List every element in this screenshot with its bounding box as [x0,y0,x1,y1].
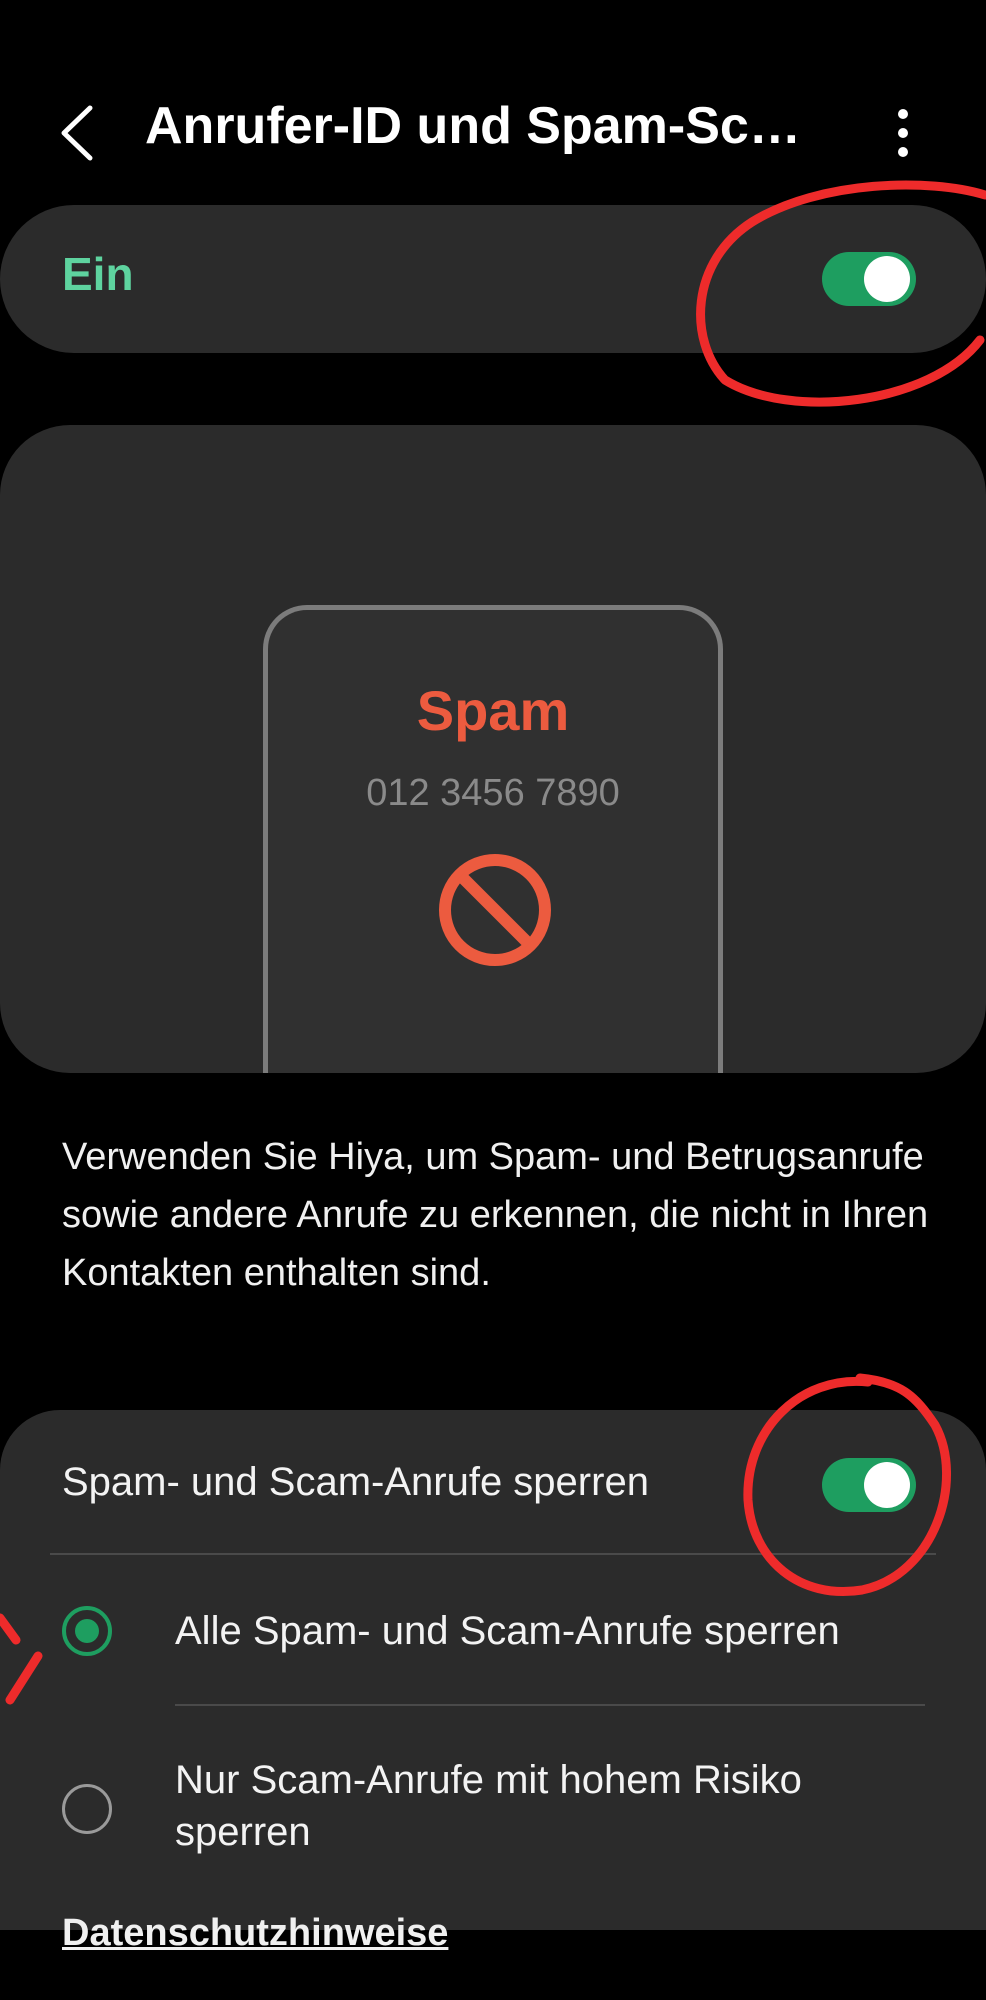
spam-label: Spam [416,679,570,742]
more-vertical-icon [898,109,908,157]
block-icon [439,854,551,966]
option-label: Alle Spam- und Scam-Anrufe sperren [175,1609,840,1653]
master-toggle-switch[interactable] [822,252,916,306]
radio-high-risk-only[interactable] [62,1784,112,1834]
toggle-knob [864,1462,910,1508]
more-options-button[interactable] [880,98,926,168]
master-switch-label: Ein [62,248,134,300]
master-switch-card[interactable]: Ein [0,205,986,353]
radio-selected-dot [75,1619,99,1643]
block-setting-label: Spam- und Scam-Anrufe sperren [62,1460,649,1504]
option-high-risk-only[interactable]: Nur Scam-Anrufe mit hohem Risiko sperren [0,1710,986,1910]
caller-number: 012 3456 7890 [366,772,620,814]
toggle-knob [864,256,910,302]
divider [50,1553,936,1555]
block-settings-card: Spam- und Scam-Anrufe sperren Alle Spam-… [0,1410,986,1930]
chevron-left-icon [61,105,93,161]
page-title: Anrufer-ID und Spam-Sch… [145,97,805,155]
option-block-all[interactable]: Alle Spam- und Scam-Anrufe sperren [0,1560,986,1702]
back-button[interactable] [50,98,110,168]
phone-illustration: Spam 012 3456 7890 [263,605,723,1073]
radio-block-all[interactable] [62,1606,112,1656]
privacy-notice-link[interactable]: Datenschutzhinweise [62,1912,448,1955]
divider [175,1704,925,1706]
option-label: Nur Scam-Anrufe mit hohem Risiko sperren [175,1758,802,1854]
block-toggle-switch[interactable] [822,1458,916,1512]
app-header: Anrufer-ID und Spam-Sch… [0,60,986,190]
description-text: Verwenden Sie Hiya, um Spam- und Betrugs… [62,1136,929,1294]
illustration-card: Spam 012 3456 7890 [0,425,986,1073]
